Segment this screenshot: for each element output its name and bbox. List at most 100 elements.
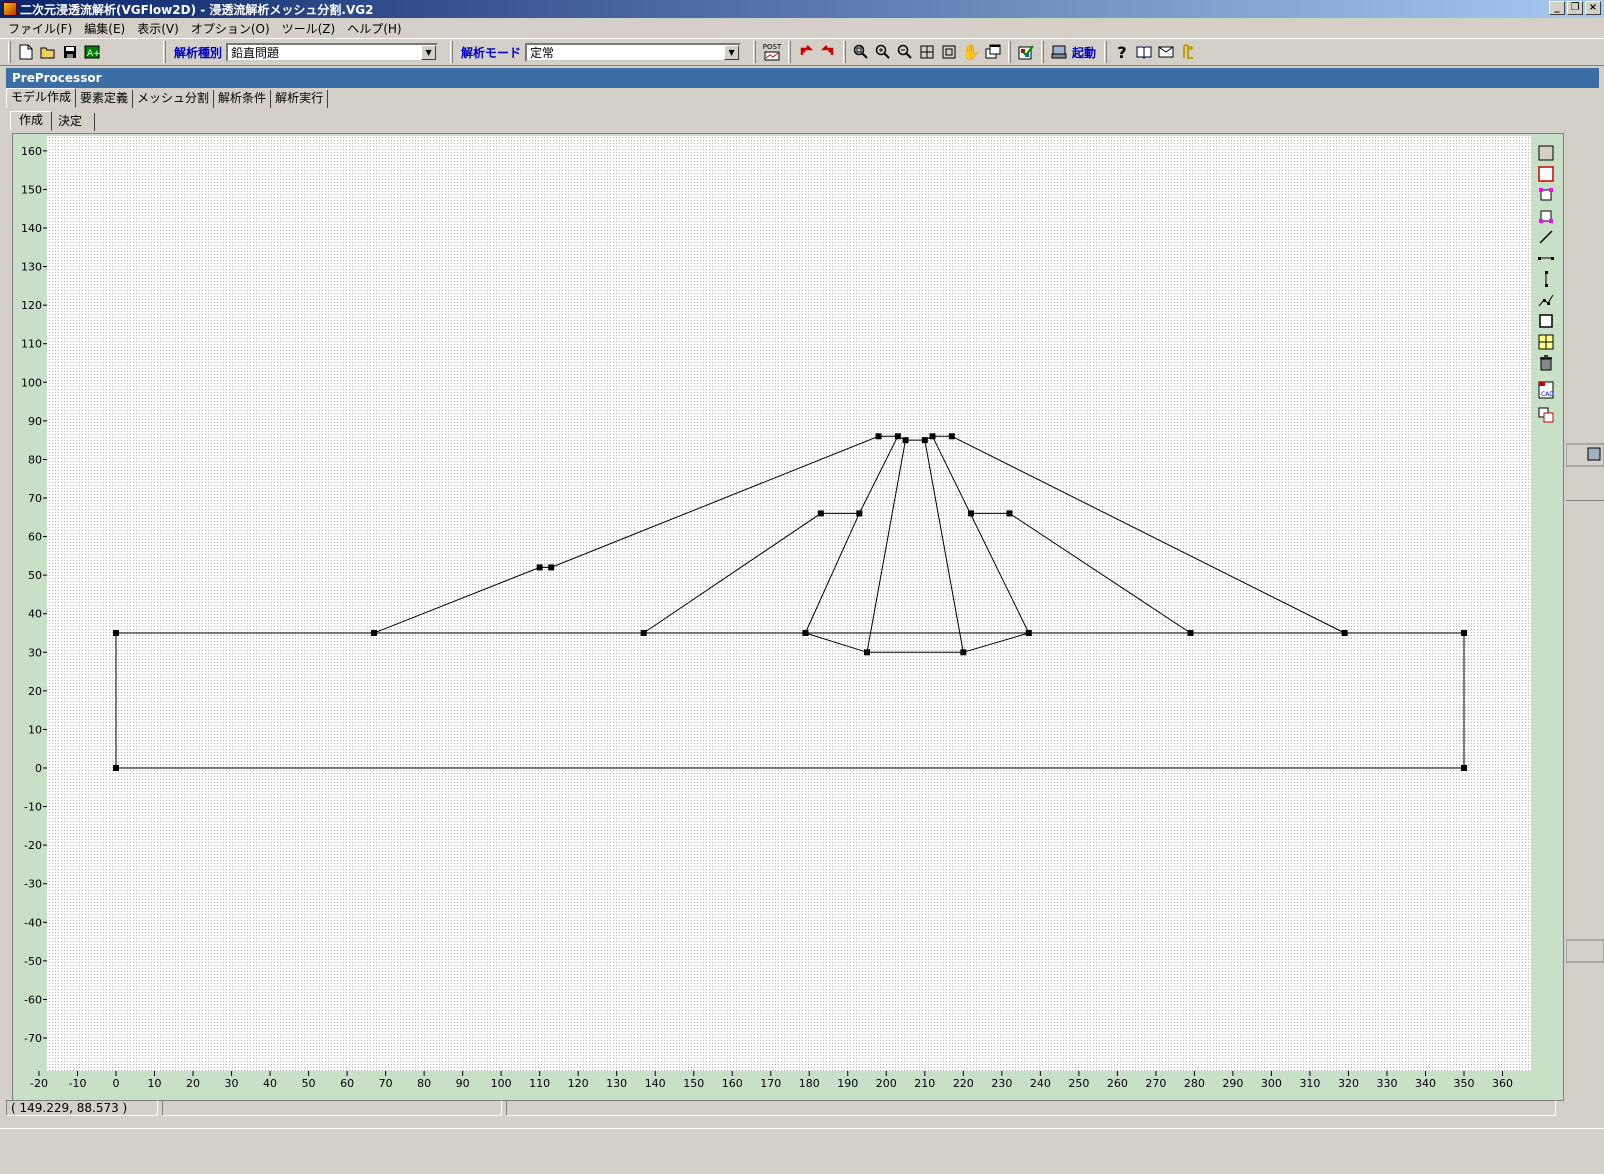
model-node[interactable] xyxy=(875,433,882,440)
tab-model-create[interactable]: モデル作成 xyxy=(6,88,77,108)
toolbar-grip-4[interactable] xyxy=(753,41,757,63)
model-canvas[interactable]: 1601501401301201101009080706050403020100… xyxy=(13,134,1563,1100)
grid-region-icon[interactable] xyxy=(1535,331,1557,352)
save-icon[interactable] xyxy=(59,41,81,63)
fit-all-icon[interactable] xyxy=(916,41,938,63)
redo-icon[interactable] xyxy=(817,41,839,63)
subtab-decide[interactable]: 決定 xyxy=(52,113,96,131)
tab-element-define[interactable]: 要素定義 xyxy=(76,90,134,108)
x-tick-label: 120 xyxy=(568,1077,589,1090)
model-node[interactable] xyxy=(802,630,809,636)
toolbar-grip-3[interactable] xyxy=(450,41,454,63)
windows-icon[interactable] xyxy=(982,41,1004,63)
model-node[interactable] xyxy=(1461,765,1467,771)
x-tick-label: 210 xyxy=(914,1077,935,1090)
y-tick-label: 60 xyxy=(28,531,42,544)
model-node[interactable] xyxy=(921,437,928,444)
toolbar-grip-7[interactable] xyxy=(1008,41,1012,63)
toolbar-grip-5[interactable] xyxy=(788,41,792,63)
toolbar-grip[interactable] xyxy=(8,41,11,63)
model-node[interactable] xyxy=(1341,630,1348,636)
model-node[interactable] xyxy=(960,649,967,656)
node-connect-icon[interactable] xyxy=(1535,404,1557,425)
y-tick-label: 0 xyxy=(35,762,42,775)
start-button-label[interactable]: 起動 xyxy=(1072,44,1096,61)
line-tool-icon[interactable] xyxy=(1535,226,1557,247)
pan-hand-icon[interactable]: ✋ xyxy=(960,41,982,63)
model-node[interactable] xyxy=(929,433,936,440)
toolbar-grip-2[interactable] xyxy=(163,41,166,63)
model-node[interactable] xyxy=(1006,510,1013,517)
model-node[interactable] xyxy=(113,630,119,636)
model-node[interactable] xyxy=(894,433,901,440)
horizontal-line-icon[interactable] xyxy=(1535,247,1557,268)
model-canvas-frame: 160 150 140 130 120 110 100 90 80 70 60 50 40 30 20 10 0… xyxy=(12,133,1564,1101)
y-tick-label: 50 xyxy=(28,569,42,582)
chevron-down-icon[interactable]: ▼ xyxy=(421,44,437,60)
model-node[interactable] xyxy=(864,649,871,656)
model-node[interactable] xyxy=(948,433,955,440)
tab-analysis-run[interactable]: 解析実行 xyxy=(271,90,329,108)
red-rect-icon[interactable] xyxy=(1535,163,1557,184)
menu-edit[interactable]: 編集(E) xyxy=(78,20,131,37)
menu-help[interactable]: ヘルプ(H) xyxy=(341,20,407,37)
model-node[interactable] xyxy=(817,510,824,517)
plot-area[interactable] xyxy=(47,136,1531,1071)
rect-edit-icon[interactable] xyxy=(1535,205,1557,226)
model-node[interactable] xyxy=(536,564,543,571)
model-node[interactable] xyxy=(1025,630,1032,636)
zoom-in-icon[interactable] xyxy=(872,41,894,63)
menu-file[interactable]: ファイル(F) xyxy=(2,20,78,37)
tab-analysis-conditions[interactable]: 解析条件 xyxy=(214,90,272,108)
open-folder-icon[interactable] xyxy=(37,41,59,63)
model-node[interactable] xyxy=(1461,630,1467,636)
new-file-icon[interactable] xyxy=(15,41,37,63)
rectangle-tool-icon[interactable] xyxy=(1535,310,1557,331)
help-icon[interactable]: ? xyxy=(1111,41,1133,63)
zoom-window-icon[interactable] xyxy=(850,41,872,63)
manual-icon[interactable] xyxy=(1133,41,1155,63)
tab-mesh-divide[interactable]: メッシュ分割 xyxy=(133,90,215,108)
model-node[interactable] xyxy=(371,630,378,636)
export-icon[interactable]: A+ xyxy=(81,41,103,63)
solver-start-icon[interactable] xyxy=(1048,41,1070,63)
toolbar-grip-6[interactable] xyxy=(843,41,847,63)
x-tick-label: 350 xyxy=(1454,1077,1475,1090)
model-node[interactable] xyxy=(548,564,555,571)
toolbar-grip-9[interactable] xyxy=(1104,41,1108,63)
model-node[interactable] xyxy=(856,510,863,517)
mail-icon[interactable] xyxy=(1155,41,1177,63)
chevron-down-icon[interactable]: ▼ xyxy=(724,44,740,60)
analysis-type-select[interactable]: 鉛直問題 ▼ xyxy=(226,42,439,62)
undo-icon[interactable] xyxy=(795,41,817,63)
x-tick-label: 270 xyxy=(1145,1077,1166,1090)
x-tick-label: 190 xyxy=(837,1077,858,1090)
close-button[interactable]: × xyxy=(1585,1,1601,15)
check-settings-icon[interactable] xyxy=(1015,41,1037,63)
delete-icon[interactable] xyxy=(1535,352,1557,373)
subtab-create[interactable]: 作成 xyxy=(10,111,53,131)
cad-import-icon[interactable]: CAD xyxy=(1535,379,1557,400)
analysis-mode-select[interactable]: 定常 ▼ xyxy=(525,42,742,62)
zoom-out-icon[interactable] xyxy=(894,41,916,63)
frame-icon[interactable] xyxy=(938,41,960,63)
x-tick-label: 290 xyxy=(1222,1077,1243,1090)
model-node[interactable] xyxy=(968,510,975,517)
minimize-button[interactable]: _ xyxy=(1549,1,1565,15)
menu-tools[interactable]: ツール(Z) xyxy=(276,20,342,37)
about-icon[interactable] xyxy=(1177,41,1199,63)
model-node[interactable] xyxy=(640,630,647,636)
svg-text:CAD: CAD xyxy=(1541,391,1554,398)
post-processor-button[interactable]: POST xyxy=(760,41,784,63)
vertical-line-icon[interactable] xyxy=(1535,268,1557,289)
menu-view[interactable]: 表示(V) xyxy=(131,20,185,37)
menu-options[interactable]: オプション(O) xyxy=(185,20,276,37)
select-rect-icon[interactable] xyxy=(1535,142,1557,163)
model-node[interactable] xyxy=(113,765,119,771)
restore-button[interactable]: ❐ xyxy=(1567,1,1583,15)
rect-nodes-icon[interactable] xyxy=(1535,184,1557,205)
model-node[interactable] xyxy=(902,437,909,444)
toolbar-grip-8[interactable] xyxy=(1041,41,1045,63)
polyline-icon[interactable] xyxy=(1535,289,1557,310)
model-node[interactable] xyxy=(1187,630,1194,636)
